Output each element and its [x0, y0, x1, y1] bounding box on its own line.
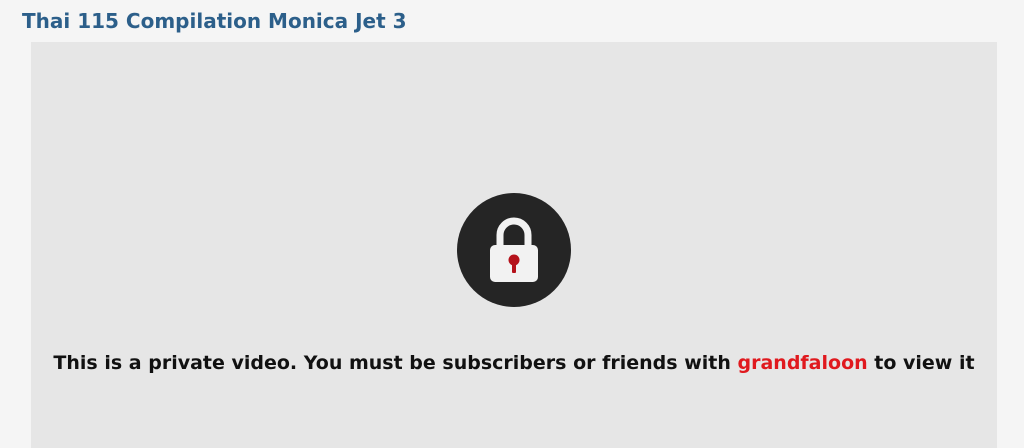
- padlock-icon: [457, 193, 571, 307]
- video-title: Thai 115 Compilation Monica Jet 3: [22, 9, 407, 33]
- private-message-prefix: This is a private video. You must be sub…: [53, 352, 738, 374]
- owner-username-link[interactable]: grandfaloon: [738, 352, 868, 374]
- page: Thai 115 Compilation Monica Jet 3 This i…: [0, 0, 1024, 448]
- private-message-suffix: to view it: [867, 352, 975, 374]
- video-player[interactable]: This is a private video. You must be sub…: [31, 42, 997, 448]
- private-video-message: This is a private video. You must be sub…: [31, 350, 997, 376]
